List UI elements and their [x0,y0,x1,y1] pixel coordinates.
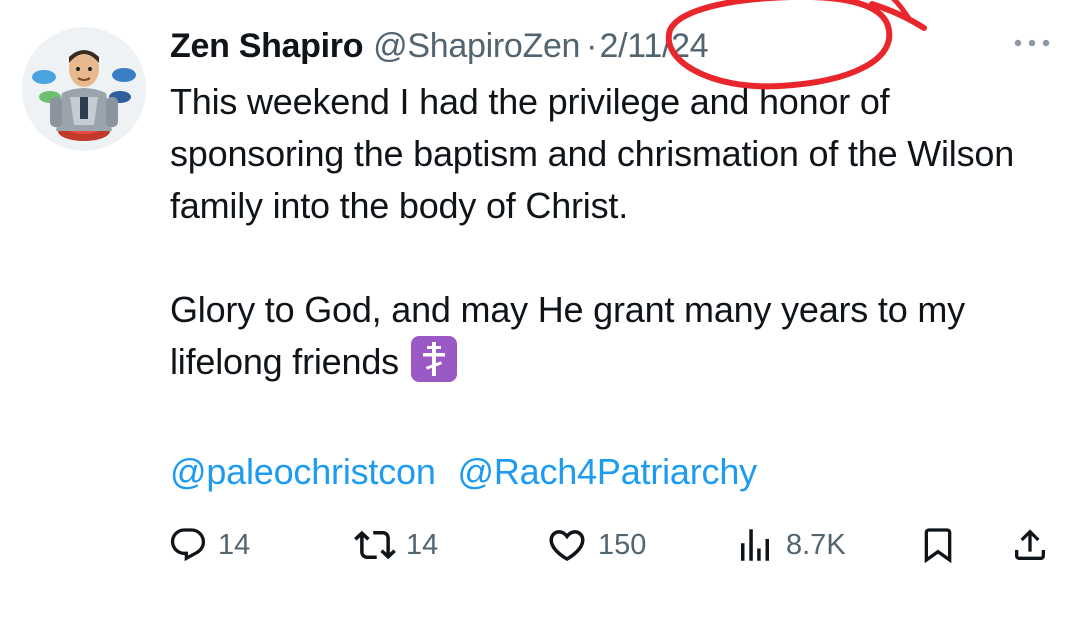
like-button[interactable]: 150 [546,520,646,570]
reply-button[interactable]: 14 [168,520,250,570]
mention-link[interactable]: @Rach4Patriarchy [458,451,758,492]
heart-icon [549,530,585,562]
author-name[interactable]: Zen Shapiro [170,27,363,66]
header-separator: · [586,26,598,65]
reply-count: 14 [218,528,251,561]
author-handle[interactable]: @ShapiroZen [373,27,580,66]
tweet-header: Zen Shapiro @ShapiroZen · 2/11/24 [170,24,709,68]
more-dots-icon [1014,39,1050,47]
repost-icon [354,530,396,560]
repost-count: 14 [406,528,439,561]
mentions-line: @paleochristcon @Rach4Patriarchy [170,446,757,498]
tweet-paragraph-2: Glory to God, and may He grant many year… [170,284,1050,388]
views-count: 8.7K [786,528,846,561]
tweet-card: Zen Shapiro @ShapiroZen · 2/11/24 This w… [0,0,1080,620]
views-chart-icon [741,529,769,561]
views-button[interactable]: 8.7K [734,520,846,570]
like-count: 150 [598,528,647,561]
share-button[interactable] [1010,520,1050,570]
more-button[interactable] [1010,28,1054,58]
bookmark-icon [924,528,952,564]
repost-button[interactable]: 14 [354,520,438,570]
orthodox-cross-icon [410,336,457,382]
tweet-paragraph-2-text: Glory to God, and may He grant many year… [170,289,965,382]
tweet-body: This weekend I had the privilege and hon… [170,76,1050,388]
avatar[interactable] [22,27,146,151]
mention-link[interactable]: @paleochristcon [170,451,436,492]
reply-icon [170,528,206,562]
bitmoji-avatar-icon [22,27,146,151]
tweet-date[interactable]: 2/11/24 [600,27,709,66]
share-icon [1015,529,1045,560]
tweet-paragraph-1: This weekend I had the privilege and hon… [170,81,1015,226]
action-bar: 14 14 150 8.7K [168,520,1058,570]
bookmark-button[interactable] [918,520,958,570]
